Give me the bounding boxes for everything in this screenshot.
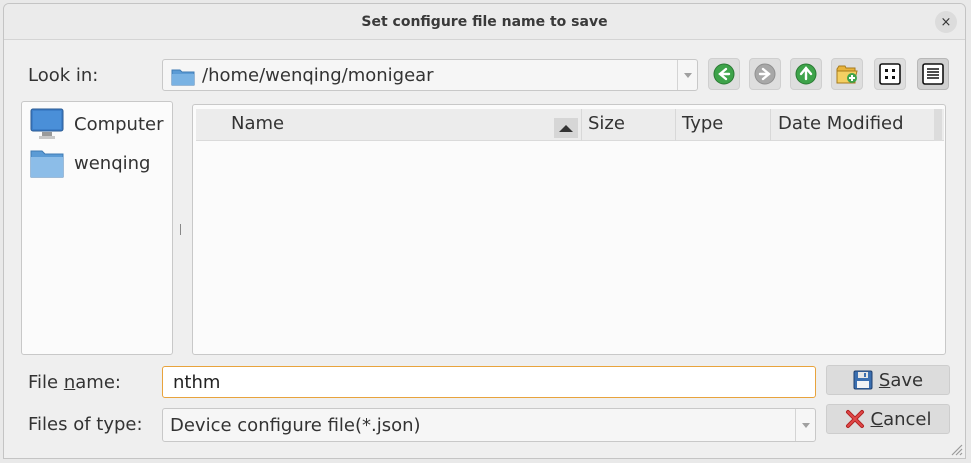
cancel-x-icon	[845, 410, 864, 428]
column-header-name[interactable]: Name	[196, 109, 581, 141]
file-type-label: Files of type:	[28, 414, 143, 435]
file-name-input[interactable]: nthm	[162, 366, 816, 398]
computer-icon	[30, 108, 64, 139]
close-icon: ×	[940, 14, 952, 30]
file-type-combo[interactable]: Device configure file(*.json)	[162, 408, 816, 442]
look-in-path: /home/wenqing/monigear	[202, 65, 434, 86]
list-view-icon	[879, 63, 901, 85]
back-arrow-icon	[713, 63, 735, 85]
save-button[interactable]: Save	[826, 365, 950, 395]
detail-view-icon	[922, 63, 944, 85]
file-save-dialog: Set configure file name to save × Look i…	[3, 3, 966, 459]
file-name-label: File name:	[28, 372, 121, 393]
dialog-title: Set configure file name to save	[361, 14, 608, 30]
file-list-header: Name Size Type Date Modified	[196, 109, 944, 141]
floppy-disk-icon	[853, 370, 873, 390]
sidebar-item-label: wenqing	[74, 152, 151, 174]
sort-ascending-icon	[554, 118, 578, 138]
file-list[interactable]: Name Size Type Date Modified	[192, 104, 946, 355]
detail-view-button[interactable]	[917, 58, 949, 90]
header-scrollbar[interactable]	[934, 109, 942, 141]
splitter-handle[interactable]	[180, 224, 181, 235]
new-folder-icon	[836, 65, 858, 84]
forward-button[interactable]	[749, 58, 781, 90]
back-button[interactable]	[708, 58, 740, 90]
column-header-size[interactable]: Size	[581, 109, 675, 141]
look-in-label: Look in:	[28, 65, 99, 86]
column-header-date-modified[interactable]: Date Modified	[770, 109, 940, 141]
sidebar-item-computer[interactable]: Computer	[30, 107, 163, 141]
places-sidebar: Computer wenqing	[21, 101, 173, 355]
column-header-type[interactable]: Type	[675, 109, 770, 141]
forward-arrow-icon	[754, 63, 776, 85]
save-button-label: Save	[878, 369, 924, 391]
cancel-button-label: Cancel	[870, 408, 932, 430]
up-button[interactable]	[790, 58, 822, 90]
folder-icon	[30, 150, 64, 178]
chevron-down-icon[interactable]	[677, 60, 697, 90]
cancel-button[interactable]: Cancel	[826, 404, 950, 434]
file-type-value: Device configure file(*.json)	[170, 415, 421, 436]
resize-grip-icon[interactable]	[949, 442, 963, 456]
sidebar-item-wenqing[interactable]: wenqing	[30, 146, 150, 180]
chevron-down-icon[interactable]	[795, 409, 815, 441]
sidebar-item-label: Computer	[74, 113, 164, 135]
look-in-combo[interactable]: /home/wenqing/monigear	[162, 59, 698, 91]
folder-icon	[171, 69, 195, 86]
title-bar: Set configure file name to save ×	[4, 4, 965, 40]
new-folder-button[interactable]	[831, 58, 863, 90]
list-view-button[interactable]	[874, 58, 906, 90]
up-arrow-icon	[795, 63, 817, 85]
close-button[interactable]: ×	[935, 11, 957, 33]
